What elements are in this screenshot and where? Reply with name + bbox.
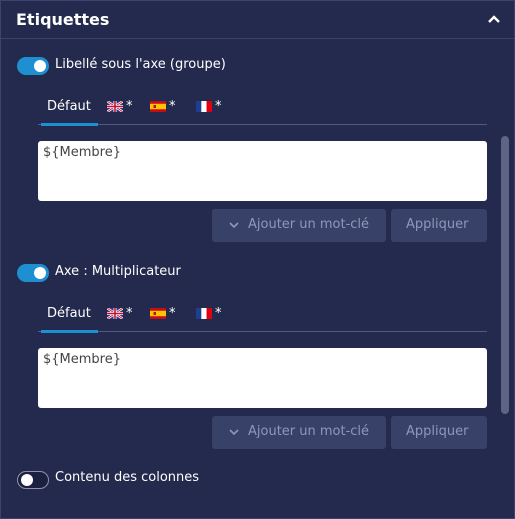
active-tab-indicator (41, 123, 98, 126)
chevron-up-icon[interactable] (487, 14, 501, 24)
chevron-down-icon (229, 222, 239, 229)
add-keyword-label: Ajouter un mot-clé (248, 424, 370, 439)
labels-panel: Etiquettes Libellé sous l'axe (groupe) D… (0, 0, 515, 519)
tab-french-star: * (215, 306, 222, 321)
multiplier-toggle[interactable] (17, 264, 49, 282)
axis-label-toggle-label: Libellé sous l'axe (groupe) (55, 57, 226, 72)
apply-button[interactable]: Appliquer (391, 416, 487, 449)
apply-label: Appliquer (406, 424, 469, 439)
apply-button[interactable]: Appliquer (391, 209, 487, 242)
multiplier-template-input[interactable]: ${Membre} (38, 348, 487, 408)
active-tab-indicator (41, 330, 98, 333)
uk-flag-icon (107, 101, 123, 112)
add-keyword-button[interactable]: Ajouter un mot-clé (212, 416, 386, 449)
chevron-down-icon (229, 429, 239, 436)
france-flag-icon (196, 308, 212, 319)
add-keyword-label: Ajouter un mot-clé (248, 217, 370, 232)
apply-label: Appliquer (406, 217, 469, 232)
tab-spanish-star: * (169, 306, 176, 321)
tab-english-star: * (126, 99, 133, 114)
spain-flag-icon (150, 308, 166, 319)
language-tabs: Défaut * * * (38, 301, 487, 333)
uk-flag-icon (107, 308, 123, 319)
tab-default[interactable]: Défaut (41, 94, 98, 126)
add-keyword-button[interactable]: Ajouter un mot-clé (212, 209, 386, 242)
multiplier-toggle-label: Axe : Multiplicateur (55, 264, 181, 279)
toggle-knob (21, 474, 33, 486)
spain-flag-icon (150, 101, 166, 112)
columns-content-toggle-label: Contenu des colonnes (55, 470, 200, 485)
panel-title: Etiquettes (16, 10, 110, 29)
scrollbar-thumb[interactable] (501, 136, 509, 414)
tab-english-star: * (126, 306, 133, 321)
label-template-input[interactable]: ${Membre} (38, 141, 487, 201)
toggle-knob (34, 60, 46, 72)
columns-content-toggle[interactable] (17, 471, 49, 489)
axis-label-toggle[interactable] (17, 57, 49, 75)
tab-default-label: Défaut (47, 306, 91, 321)
tab-spanish-star: * (169, 99, 176, 114)
toggle-knob (34, 267, 46, 279)
tab-default-label: Défaut (47, 99, 91, 114)
language-tabs: Défaut * * * (38, 94, 487, 126)
tab-default[interactable]: Défaut (41, 301, 98, 333)
panel-header[interactable]: Etiquettes (1, 1, 514, 39)
france-flag-icon (196, 101, 212, 112)
tab-french-star: * (215, 99, 222, 114)
